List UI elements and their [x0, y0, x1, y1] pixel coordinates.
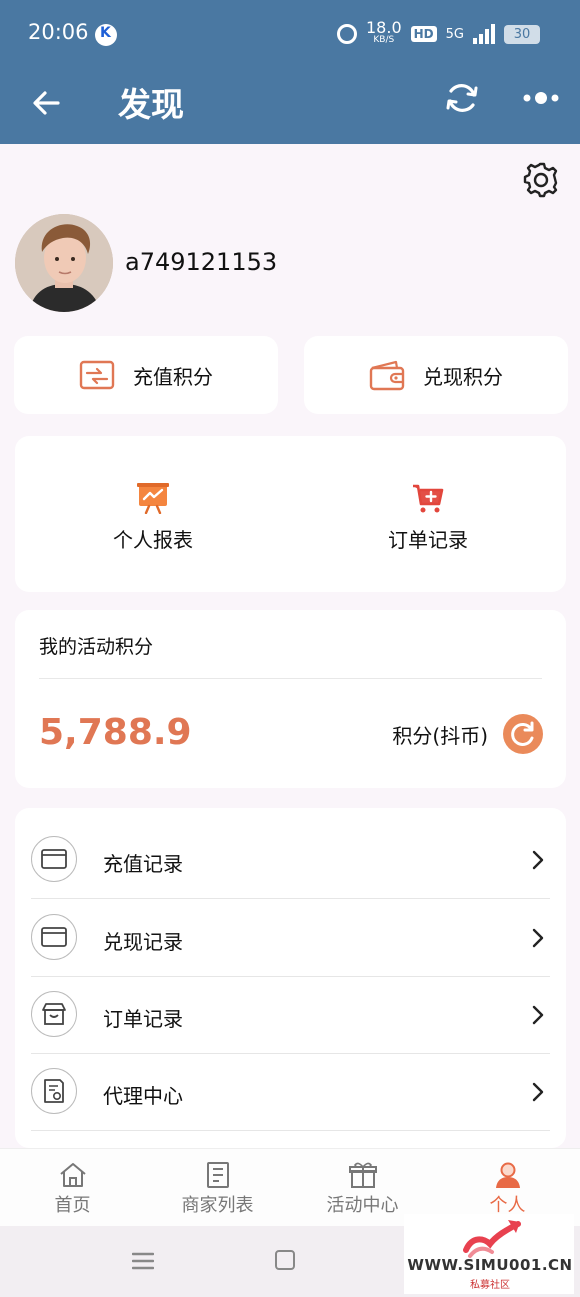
activity-points-card: 我的活动积分 5,788.9 积分(抖币)	[15, 610, 566, 788]
battery-icon: 30	[504, 24, 540, 44]
withdraw-points-label: 兑现积分	[423, 364, 503, 389]
tab-merchant-list[interactable]: 商家列表	[145, 1161, 290, 1217]
tab-profile-label: 个人	[489, 1195, 526, 1216]
refresh-points-button[interactable]	[503, 714, 543, 754]
agent-center-label: 代理中心	[103, 1084, 183, 1108]
store-icon	[31, 991, 77, 1037]
withdraw-records-item[interactable]: 兑现记录	[31, 900, 550, 977]
withdraw-points-button[interactable]: 兑现积分	[304, 336, 568, 414]
chevron-right-icon	[532, 1005, 544, 1025]
personal-report-label: 个人报表	[113, 528, 193, 552]
recharge-records-item[interactable]: 充值记录	[31, 822, 550, 899]
recharge-points-label: 充值积分	[133, 364, 213, 389]
points-unit: 积分(抖币)	[392, 724, 488, 748]
card-icon	[31, 914, 77, 960]
order-records-item[interactable]: 订单记录	[31, 977, 550, 1054]
recharge-records-label: 充值记录	[103, 852, 183, 876]
report-chart-icon	[137, 483, 169, 514]
records-menu: 充值记录 兑现记录 订单记录 代理中心	[15, 808, 566, 1148]
settings-gear-icon[interactable]	[521, 160, 559, 198]
network-type: 5G	[445, 26, 464, 42]
back-arrow-icon[interactable]	[30, 86, 64, 120]
tab-activity-center[interactable]: 活动中心	[290, 1161, 435, 1217]
network-speed-unit: KB/S	[373, 35, 395, 45]
signal-icon	[473, 24, 495, 44]
chevron-right-icon	[532, 850, 544, 870]
username: a749121153	[125, 248, 278, 276]
watermark-logo-icon	[463, 1220, 521, 1258]
tab-home[interactable]: 首页	[0, 1161, 145, 1217]
home-icon	[59, 1163, 86, 1187]
watermark: WWW.SIMU001.CN 私募社区	[404, 1214, 574, 1294]
tab-activity-center-label: 活动中心	[326, 1195, 399, 1216]
home-button-icon[interactable]	[275, 1250, 295, 1270]
refresh-circle-icon	[511, 721, 534, 746]
points-divider	[39, 678, 542, 679]
personal-report-button[interactable]: 个人报表	[53, 482, 253, 553]
network-speed: 18.0 KB/S	[366, 18, 402, 46]
shopping-cart-icon	[413, 484, 444, 513]
tab-merchant-list-label: 商家列表	[181, 1195, 254, 1216]
chevron-right-icon	[532, 1082, 544, 1102]
person-icon	[495, 1162, 520, 1188]
watermark-subtitle: 私募社区	[470, 1280, 510, 1291]
recharge-points-button[interactable]: 充值积分	[14, 336, 278, 414]
withdraw-records-label: 兑现记录	[103, 930, 183, 954]
agent-center-item[interactable]: 代理中心	[31, 1054, 550, 1131]
wallet-icon	[369, 360, 405, 391]
recent-apps-icon[interactable]	[132, 1252, 154, 1270]
hd-badge: HD	[410, 26, 437, 42]
features-card: 个人报表 订单记录	[15, 436, 566, 592]
points-title: 我的活动积分	[39, 636, 154, 658]
gift-icon	[348, 1162, 377, 1188]
order-records-feature-button[interactable]: 订单记录	[328, 482, 528, 553]
card-icon	[31, 836, 77, 882]
status-bar: 20:06 18.0 KB/S HD 5G 30	[0, 0, 580, 70]
network-speed-value: 18.0	[366, 18, 402, 37]
watermark-url: WWW.SIMU001.CN	[407, 1256, 573, 1274]
app-header: 发现	[0, 70, 580, 144]
avatar[interactable]	[15, 214, 113, 312]
tab-profile[interactable]: 个人	[435, 1161, 580, 1217]
status-indicators: 18.0 KB/S HD 5G 30	[337, 18, 540, 46]
status-time: 20:06	[28, 20, 89, 44]
order-records-feature-label: 订单记录	[388, 528, 468, 552]
points-value: 5,788.9	[39, 712, 192, 753]
order-records-label: 订单记录	[103, 1007, 183, 1031]
refresh-icon[interactable]	[444, 80, 480, 116]
more-options-icon[interactable]	[522, 86, 560, 110]
page-title: 发现	[118, 85, 184, 124]
transfer-card-icon	[79, 360, 115, 390]
chevron-right-icon	[532, 928, 544, 948]
tab-home-label: 首页	[54, 1195, 91, 1216]
certificate-icon	[31, 1068, 77, 1114]
list-icon	[206, 1162, 229, 1188]
alarm-icon	[337, 24, 357, 44]
app-notification-icon	[95, 24, 117, 46]
